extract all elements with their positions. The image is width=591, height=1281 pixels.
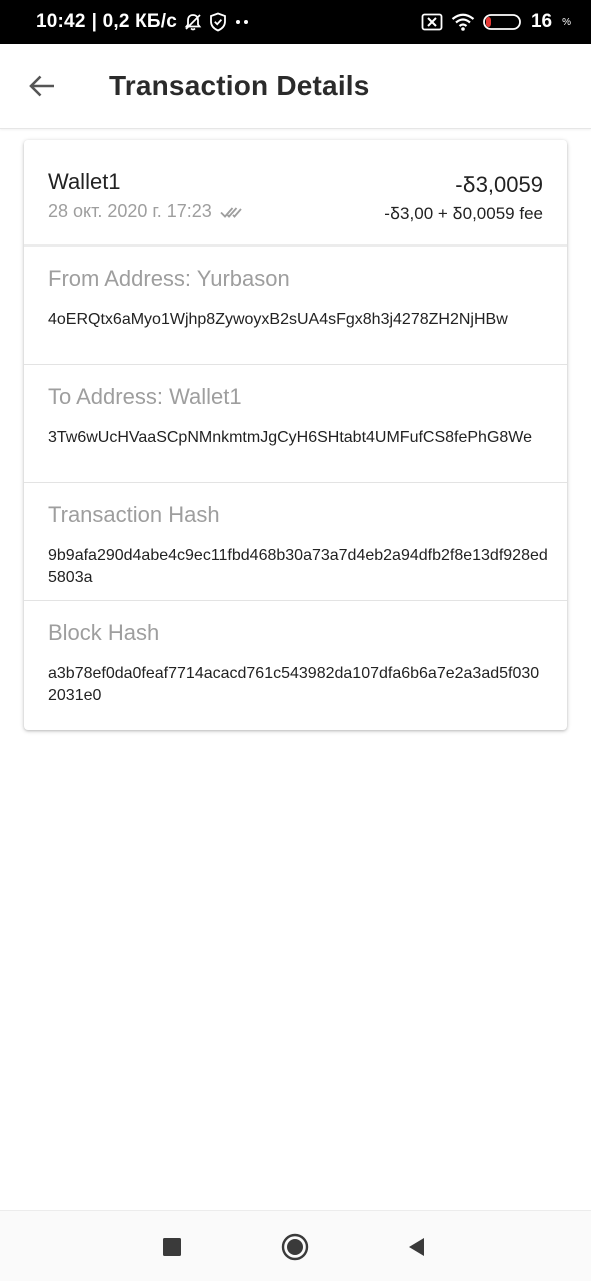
from-address-label: From Address: Yurbason — [48, 266, 290, 291]
battery-icon — [483, 13, 523, 31]
transaction-hash-value[interactable]: 9b9afa290d4abe4c9ec11fbd468b30a73a7d4eb2… — [48, 545, 548, 589]
transaction-amount-breakdown: -Ᵹ3,00 + Ᵹ0,0059 fee — [384, 204, 543, 223]
status-bar-right: 16% — [421, 0, 571, 44]
double-check-icon — [220, 206, 242, 218]
from-address-section: From Address: Yurbason 4oERQtx6aMyo1Wjhp… — [24, 247, 567, 365]
transaction-card: Wallet1 28 окт. 2020 г. 17:23 -Ᵹ3,0059 -… — [24, 140, 567, 730]
status-bar: 10:42 | 0,2 КБ/с 16 % — [0, 0, 591, 44]
status-bar-left: 10:42 | 0,2 КБ/с — [36, 0, 251, 44]
sim-x-icon — [421, 13, 443, 31]
to-address-section: To Address: Wallet1 3Tw6wUcHVaaSCpNMnkmt… — [24, 365, 567, 483]
status-network-speed: | 0,2 КБ/с — [91, 11, 177, 32]
transaction-summary: Wallet1 28 окт. 2020 г. 17:23 -Ᵹ3,0059 -… — [24, 140, 567, 247]
to-address-label: To Address: Wallet1 — [48, 384, 242, 409]
transaction-date-row: 28 окт. 2020 г. 17:23 — [48, 201, 242, 222]
status-time: 10:42 — [36, 11, 86, 32]
to-address-value[interactable]: 3Tw6wUcHVaaSCpNMnkmtmJgCyH6SHtabt4UMFufC… — [48, 427, 548, 449]
muted-bell-icon — [183, 12, 203, 32]
battery-level: 16 — [530, 11, 553, 32]
page-title: Transaction Details — [109, 70, 370, 101]
home-circle-icon — [281, 1233, 309, 1261]
from-address-value[interactable]: 4oERQtx6aMyo1Wjhp8ZywoyxB2sUA4sFgx8h3j42… — [48, 309, 548, 331]
more-dots-icon — [233, 18, 251, 26]
transaction-hash-section: Transaction Hash 9b9afa290d4abe4c9ec11fb… — [24, 483, 567, 601]
home-button[interactable] — [277, 1229, 313, 1265]
wallet-name: Wallet1 — [48, 169, 121, 194]
back-button[interactable] — [22, 66, 62, 106]
transaction-amount: -Ᵹ3,0059 — [455, 172, 543, 197]
app-bar: Transaction Details — [0, 44, 591, 129]
arrow-left-icon — [29, 75, 54, 97]
block-hash-label: Block Hash — [48, 620, 160, 645]
recents-square-icon — [163, 1238, 181, 1256]
shield-icon — [209, 12, 227, 32]
back-triangle-icon — [409, 1238, 424, 1256]
block-hash-section: Block Hash a3b78ef0da0feaf7714acacd761c5… — [24, 601, 567, 718]
block-hash-value[interactable]: a3b78ef0da0feaf7714acacd761c543982da107d… — [48, 663, 548, 707]
transaction-date: 28 окт. 2020 г. 17:23 — [48, 201, 212, 221]
battery-unit: % — [562, 16, 571, 28]
wifi-icon — [451, 13, 475, 31]
system-nav-bar — [0, 1210, 591, 1281]
recents-button[interactable] — [154, 1229, 190, 1265]
transaction-hash-label: Transaction Hash — [48, 502, 220, 527]
nav-back-button[interactable] — [398, 1229, 434, 1265]
